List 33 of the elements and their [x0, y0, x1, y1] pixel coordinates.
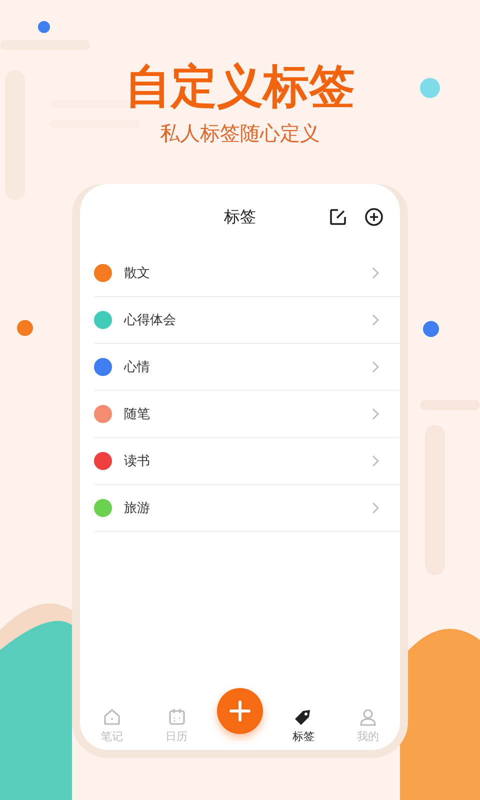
tag-name: 随笔	[124, 406, 151, 423]
screen-title: 标签	[224, 206, 256, 228]
chevron-icon	[372, 314, 380, 326]
edit-icon[interactable]	[328, 207, 348, 227]
calendar-icon	[166, 707, 187, 727]
tag-row[interactable]: 随笔	[94, 391, 400, 438]
chevron-icon	[372, 267, 380, 279]
chevron-icon	[372, 455, 380, 467]
decor-dot	[38, 21, 50, 33]
tag-name: 心得体会	[124, 312, 177, 329]
plus-icon	[228, 700, 251, 722]
tag-row[interactable]: 心得体会	[94, 297, 400, 344]
chevron-icon	[372, 408, 380, 420]
decor-dot	[17, 320, 33, 336]
tag-row[interactable]: 散文	[94, 250, 400, 297]
tag-name: 旅游	[124, 500, 151, 517]
tag-name: 读书	[124, 453, 151, 470]
add-button[interactable]	[216, 688, 263, 734]
chevron-icon	[372, 361, 380, 373]
decor-dot	[420, 78, 440, 98]
tag-name: 心情	[124, 359, 151, 376]
tab-bar-item[interactable]: 标签	[279, 707, 328, 744]
add-icon[interactable]	[364, 207, 384, 227]
tag-row[interactable]: 旅游	[94, 485, 400, 532]
tag-row[interactable]: 心情	[94, 344, 400, 391]
tag-row[interactable]: 读书	[94, 438, 400, 485]
tag-name: 散文	[124, 265, 151, 282]
home-icon	[102, 707, 122, 727]
subtitle: 私人标签随心定义	[160, 120, 320, 146]
headline: 自定义标签	[125, 58, 355, 114]
person-icon	[358, 707, 378, 727]
chevron-icon	[372, 502, 380, 514]
decor-dot	[423, 321, 439, 337]
